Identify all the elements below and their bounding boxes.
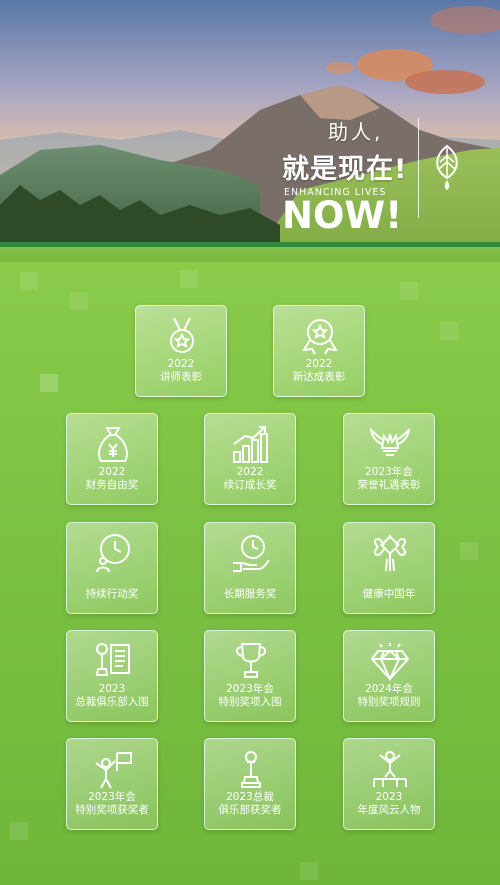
tile-healthy-china-year[interactable]: 健康中国年 [343, 522, 435, 614]
tile-line1: 2023 [98, 683, 126, 695]
tile-2022-new-achiever-award[interactable]: 2022 新达成表彰 [273, 305, 365, 397]
tile-2023-honor-recognition[interactable]: 2023年会 荣誉礼遇表彰 [343, 413, 435, 505]
growth-chart-icon [233, 426, 268, 463]
mosaic-square [400, 282, 418, 300]
tile-continuous-action-award[interactable]: 持续行动奖 [66, 522, 158, 614]
tile-line1: 2022 [236, 466, 264, 478]
mountain-landscape-image [0, 0, 500, 262]
tile-2022-instructor-award[interactable]: 2022 讲师表彰 [135, 305, 227, 397]
flag-person-icon [95, 752, 132, 789]
tile-line2: 健康中国年 [362, 588, 416, 600]
slogan-top: 助人, [328, 120, 384, 144]
tile-line2: 总裁俱乐部入围 [75, 696, 149, 708]
cup-icon [235, 643, 267, 678]
tile-line2: 荣誉礼遇表彰 [357, 479, 421, 491]
mosaic-square [40, 374, 58, 392]
tile-2023-special-award-shortlist[interactable]: 2023年会 特别奖项入围 [204, 630, 296, 722]
tile-2022-financial-freedom-award[interactable]: 2022 财务自由奖 [66, 413, 158, 505]
tile-2022-renewal-growth-award[interactable]: 2022 续订成长奖 [204, 413, 296, 505]
tile-long-service-award[interactable]: 长期服务奖 [204, 522, 296, 614]
tile-line2: 特别奖项获奖者 [75, 804, 149, 816]
tile-line2: 特别奖项规则 [357, 696, 421, 708]
hand-clock-icon [233, 535, 270, 572]
mosaic-square [440, 322, 458, 340]
slogan-main: 就是现在! [282, 154, 408, 185]
tile-line2: 俱乐部获奖者 [218, 804, 282, 816]
tile-2023-special-award-winners[interactable]: 2023年会 特别奖项获奖者 [66, 738, 158, 830]
tile-line2: 长期服务奖 [223, 588, 277, 600]
tile-line2: 持续行动奖 [85, 588, 139, 600]
tile-2023-president-club-winners[interactable]: 2023总裁 俱乐部获奖者 [204, 738, 296, 830]
mosaic-square [300, 862, 318, 880]
medal-icon [170, 317, 194, 353]
tile-line2: 年度风云人物 [357, 804, 421, 816]
tile-line1: 2022 [98, 466, 126, 478]
tile-line2: 财务自由奖 [85, 479, 139, 491]
slogan-now: NOW! [282, 194, 403, 237]
tile-line2: 新达成表彰 [292, 371, 346, 383]
mosaic-square [180, 270, 198, 288]
tile-line1: 2022 [305, 358, 333, 370]
tile-line1: 2023总裁 [226, 791, 274, 803]
tile-line1: 2024年会 [365, 683, 413, 695]
tile-line1: 2023年会 [365, 466, 413, 478]
mosaic-square [20, 272, 38, 290]
award-menu: 2022 讲师表彰 2022 新达成表彰 2022 财务自由奖 2022 续订成长奖 [0, 262, 500, 885]
hero-transition-band [0, 247, 500, 262]
money-bag-icon [98, 427, 128, 462]
mosaic-square [460, 542, 478, 560]
tile-line1: 2023 [375, 791, 403, 803]
mosaic-square [10, 822, 28, 840]
tile-line1: 2023年会 [88, 791, 136, 803]
tile-line2: 续订成长奖 [223, 479, 277, 491]
tile-line1: 2022 [167, 358, 195, 370]
tile-line1: 2023年会 [226, 683, 274, 695]
trophy-document-icon [95, 643, 130, 676]
badge-ribbon-icon [302, 319, 338, 355]
slogan-divider [418, 118, 419, 218]
winged-crown-icon [370, 427, 410, 456]
hero-banner: 助人, 就是现在! ENHANCING LIVES NOW! [0, 0, 500, 262]
slogan-block: 助人, 就是现在! ENHANCING LIVES NOW! [282, 116, 407, 236]
tile-line2: 特别奖项入围 [218, 696, 282, 708]
torch-trophy-icon [241, 751, 261, 788]
winner-podium-icon [373, 751, 407, 787]
diamond-icon [370, 643, 410, 681]
leaf-drop-logo-icon [436, 144, 458, 190]
person-clock-icon [96, 534, 130, 573]
mosaic-square [70, 292, 88, 310]
tile-2023-person-of-the-year[interactable]: 2023 年度风云人物 [343, 738, 435, 830]
page: 助人, 就是现在! ENHANCING LIVES NOW! 2022 讲师表彰… [0, 0, 500, 885]
tile-line2: 讲师表彰 [160, 371, 202, 383]
tile-2023-president-club-shortlist[interactable]: 2023 总裁俱乐部入围 [66, 630, 158, 722]
tile-2024-special-award-rules[interactable]: 2024年会 特别奖项规则 [343, 630, 435, 722]
chinese-knot-icon [374, 535, 406, 572]
